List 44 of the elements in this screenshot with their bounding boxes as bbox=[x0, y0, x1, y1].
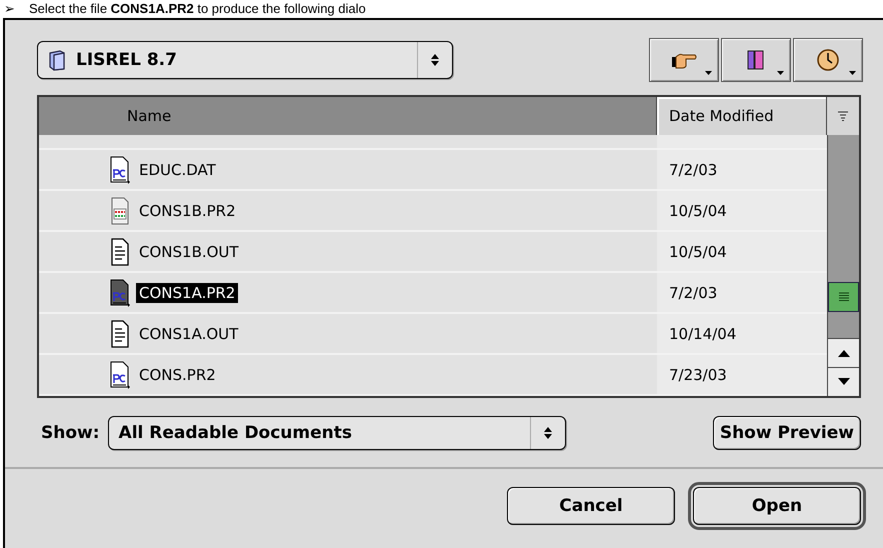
pointing-hand-button[interactable] bbox=[649, 38, 719, 82]
file-name[interactable]: CONS.PR2 bbox=[136, 364, 219, 384]
updown-arrows-icon bbox=[430, 53, 440, 67]
pc-document-icon bbox=[109, 156, 131, 184]
show-popup[interactable]: All Readable Documents bbox=[108, 416, 566, 450]
caret-icon bbox=[777, 71, 784, 75]
clock-icon bbox=[816, 48, 840, 72]
file-name[interactable]: CONS1B.PR2 bbox=[136, 200, 239, 220]
show-label: Show: bbox=[41, 423, 100, 443]
sort-lines-icon bbox=[838, 111, 848, 121]
pc-document-icon bbox=[109, 278, 131, 306]
down-arrow-icon bbox=[838, 378, 850, 386]
file-name[interactable]: CONS1A.OUT bbox=[136, 324, 242, 344]
up-arrow-icon bbox=[838, 349, 850, 357]
folder-popup[interactable]: LISREL 8.7 bbox=[37, 41, 453, 79]
column-header[interactable]: Name bbox=[39, 97, 657, 135]
caption-text: Select the file CONS1A.PR2 to produce the following dialo bbox=[29, 0, 366, 18]
caret-icon bbox=[705, 71, 712, 75]
scroll-down-button[interactable] bbox=[828, 367, 859, 396]
text-document-icon bbox=[109, 238, 131, 266]
books-button[interactable] bbox=[721, 38, 791, 82]
caret-icon bbox=[849, 71, 856, 75]
scroll-thumb[interactable] bbox=[828, 282, 859, 312]
date-modified: 7/2/03 bbox=[669, 160, 718, 178]
date-modified: 7/2/03 bbox=[669, 284, 718, 302]
date-modified: 7/23/03 bbox=[669, 366, 727, 384]
scroll-up-button[interactable] bbox=[828, 338, 859, 367]
date-modified: 10/5/04 bbox=[669, 242, 727, 260]
file-name[interactable]: CONS1B.OUT bbox=[136, 242, 242, 262]
column-header[interactable]: Date Modified bbox=[657, 97, 827, 135]
text-document-icon bbox=[109, 320, 131, 348]
grip-lines-icon bbox=[838, 292, 850, 302]
show-preview-button[interactable]: Show Preview bbox=[712, 416, 861, 450]
pc-document-icon bbox=[109, 360, 131, 388]
clock-button[interactable] bbox=[793, 38, 863, 82]
program-document-icon bbox=[109, 196, 131, 224]
file-name[interactable]: CONS1A.PR2 bbox=[136, 282, 238, 302]
bullet-glyph: ➢ bbox=[4, 0, 15, 18]
cancel-button[interactable]: Cancel bbox=[507, 487, 675, 525]
date-modified: 10/5/04 bbox=[669, 202, 727, 220]
updown-arrows-icon bbox=[542, 426, 553, 440]
file-name[interactable]: EDUC.DAT bbox=[136, 160, 219, 180]
vertical-scrollbar[interactable] bbox=[827, 135, 859, 396]
date-modified: 10/14/04 bbox=[669, 324, 736, 342]
